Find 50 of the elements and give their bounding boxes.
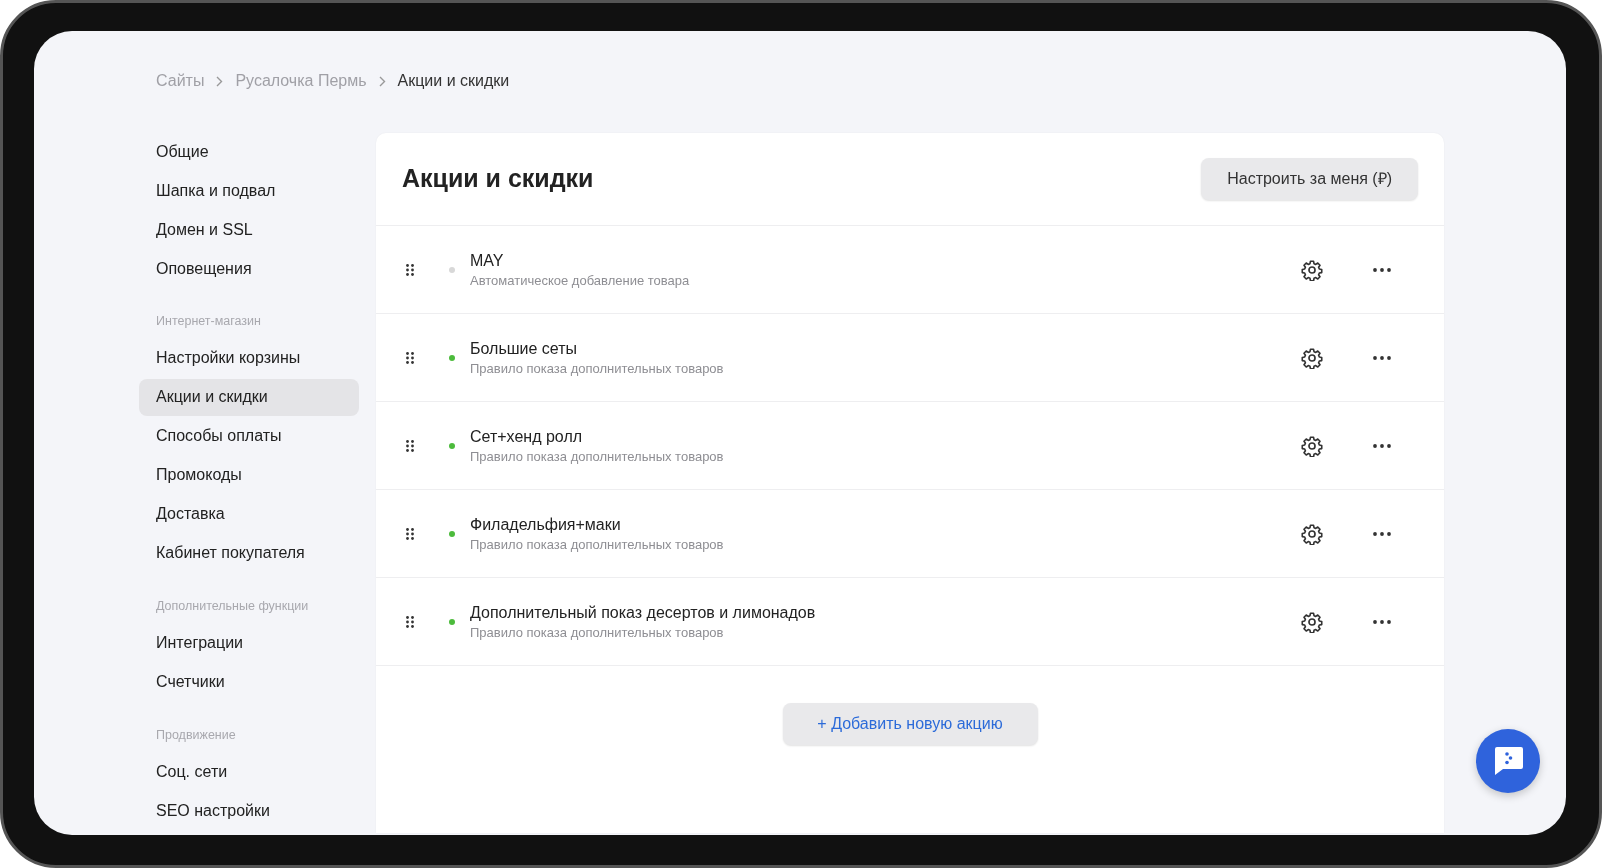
sidebar-item[interactable]: Общие	[139, 133, 359, 170]
more-icon[interactable]	[1373, 267, 1391, 272]
chevron-icon	[216, 75, 224, 87]
sidebar-item[interactable]: Домен и SSL	[139, 211, 359, 248]
breadcrumb-current: Акции и скидки	[397, 71, 510, 91]
promotion-description: Правило показа дополнительных товаров	[470, 447, 725, 466]
sidebar-section-heading: Дополнительные функции	[155, 597, 310, 615]
chat-button[interactable]	[1476, 729, 1540, 793]
promotion-description: Автоматическое добавление товара	[470, 271, 691, 290]
sidebar-section-heading: Интернет-магазин	[155, 313, 262, 330]
drag-handle-icon[interactable]	[406, 263, 414, 276]
sidebar-item[interactable]: Соц. сети	[139, 753, 359, 791]
more-icon[interactable]	[1373, 355, 1391, 360]
page-title: Акции и скидки	[402, 163, 594, 195]
settings-icon[interactable]	[1301, 258, 1323, 281]
settings-icon[interactable]	[1301, 610, 1323, 633]
sidebar-item[interactable]: Кабинет покупателя	[139, 534, 359, 572]
settings-icon[interactable]	[1301, 434, 1323, 457]
promotion-description: Правило показа дополнительных товаров	[470, 535, 725, 554]
settings-icon[interactable]	[1301, 346, 1323, 369]
sidebar-item[interactable]: Способы оплаты	[139, 417, 359, 455]
promotion-name[interactable]: Дополнительный показ десертов и лимонадов	[470, 601, 1301, 624]
drag-handle-icon[interactable]	[406, 351, 414, 364]
more-icon[interactable]	[1373, 619, 1391, 624]
promotion-description: Правило показа дополнительных товаров	[470, 623, 725, 642]
sidebar-item[interactable]: Интеграции	[139, 624, 359, 662]
promotion-name[interactable]: MAY	[470, 249, 1301, 272]
promotion-name[interactable]: Сет+хенд ролл	[470, 425, 1301, 448]
drag-handle-icon[interactable]	[406, 439, 414, 452]
promotion-description: Правило показа дополнительных товаров	[470, 359, 725, 378]
promotion-name[interactable]: Филадельфия+маки	[470, 513, 1301, 536]
promotion-name[interactable]: Большие сеты	[470, 337, 1301, 360]
more-icon[interactable]	[1373, 443, 1391, 448]
setup-for-me-button[interactable]: Настроить за меня (₽)	[1201, 158, 1418, 200]
sidebar-item[interactable]: Шапка и подвал	[139, 172, 359, 209]
settings-icon[interactable]	[1301, 522, 1323, 545]
chevron-icon	[378, 75, 386, 87]
sidebar-item[interactable]: Оповещения	[139, 250, 359, 287]
sidebar-section-heading: Продвижение	[155, 726, 237, 744]
add-promotion-button[interactable]: + Добавить новую акцию	[782, 703, 1038, 745]
sidebar-item[interactable]: Промокоды	[139, 456, 359, 494]
sidebar-item[interactable]: Доставка	[139, 495, 359, 533]
drag-handle-icon[interactable]	[406, 615, 414, 628]
chat-icon	[1492, 746, 1524, 776]
sidebar-item[interactable]: Акции и скидки	[139, 378, 359, 416]
sidebar-item[interactable]: Настройки корзины	[139, 339, 359, 377]
drag-handle-icon[interactable]	[406, 527, 414, 540]
more-icon[interactable]	[1373, 531, 1391, 536]
sidebar-item[interactable]: Счетчики	[139, 663, 359, 701]
sidebar-item[interactable]: SEO настройки	[139, 792, 359, 830]
